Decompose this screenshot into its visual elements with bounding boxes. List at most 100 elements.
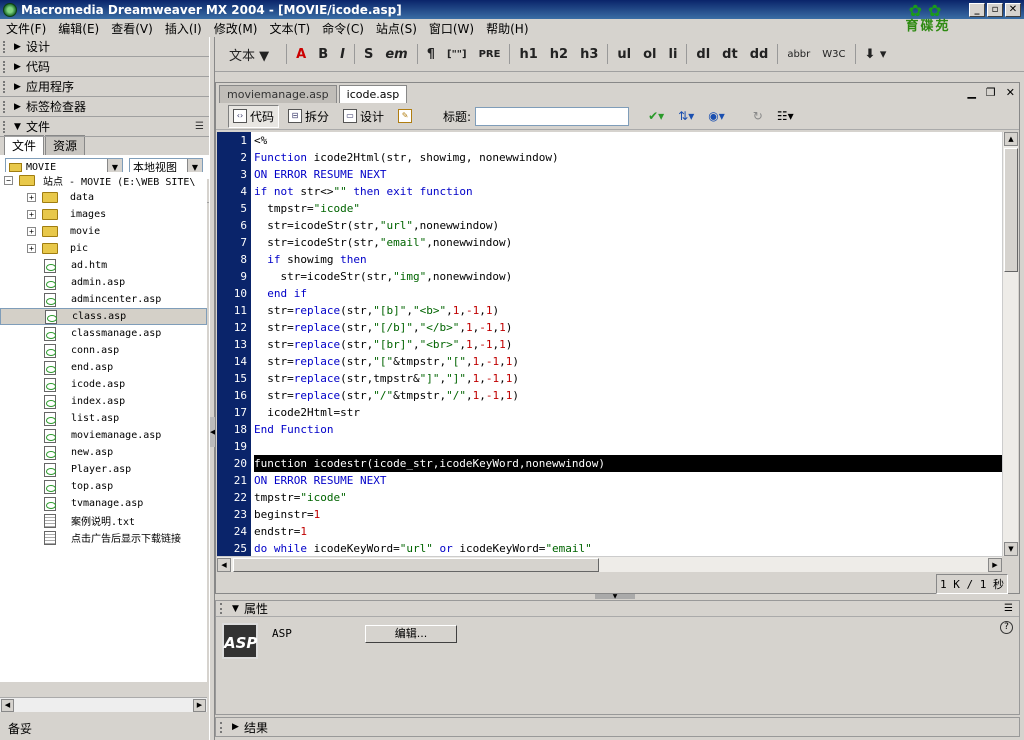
editor-vscrollbar[interactable]: ▲ ▼ [1002,132,1018,556]
browser-check-button[interactable]: ✔▾ [643,106,669,126]
code-line[interactable]: 13 str=replace(str,"[br]","<br>",1,-1,1) [217,336,1002,353]
doc-minimize-icon[interactable]: ▁ [967,86,975,99]
doc-restore-icon[interactable]: ❐ [986,86,996,99]
collapse-down-icon[interactable]: ▼ [595,594,635,600]
expand-toggle-icon[interactable]: + [27,210,36,219]
tree-item[interactable]: Player.asp [0,461,207,478]
menu-edit[interactable]: 编辑(E) [52,20,105,37]
code-line[interactable]: 19 [217,438,1002,455]
help-icon[interactable]: ? [1000,621,1013,634]
heading2-button[interactable]: h2 [544,47,574,62]
code-line[interactable]: 7 str=icodeStr(str,"email",nonewwindow) [217,234,1002,251]
tree-item[interactable]: admin.asp [0,274,207,291]
tree-item[interactable]: classmanage.asp [0,325,207,342]
code-line[interactable]: 16 str=replace(str,"/"&tmpstr,"/",1,-1,1… [217,387,1002,404]
bold-button[interactable]: B [312,47,334,62]
unordered-list-button[interactable]: ul [611,47,637,62]
menu-window[interactable]: 窗口(W) [423,20,480,37]
menu-view[interactable]: 查看(V) [105,20,159,37]
definition-list-button[interactable]: dl [690,47,716,62]
tree-item[interactable]: + images [0,206,207,223]
menu-insert[interactable]: 插入(I) [159,20,208,37]
tree-item[interactable]: new.asp [0,444,207,461]
code-line[interactable]: 10 end if [217,285,1002,302]
list-item-button[interactable]: li [662,47,683,62]
tab-files[interactable]: 文件 [4,135,45,155]
tree-item[interactable]: ad.htm [0,257,207,274]
edit-button[interactable]: 编辑... [365,625,457,643]
scroll-right-icon[interactable]: ▶ [988,558,1002,572]
code-line[interactable]: 12 str=replace(str,"[/b]","</b>",1,-1,1) [217,319,1002,336]
code-line[interactable]: 18 End Function [217,421,1002,438]
ordered-list-button[interactable]: ol [637,47,662,62]
code-view-button[interactable]: ‹› 代码 [228,104,280,128]
view-options-button[interactable]: ☷▾ [772,106,799,126]
menu-help[interactable]: 帮助(H) [480,20,534,37]
abbreviation-button[interactable]: abbr [781,49,816,60]
code-line[interactable]: 21 ON ERROR RESUME NEXT [217,472,1002,489]
code-line[interactable]: 22 tmpstr="icode" [217,489,1002,506]
definition-term-button[interactable]: dt [716,47,744,62]
tab-moviemanage[interactable]: moviemanage.asp [219,85,337,103]
results-panel[interactable]: ▶ 结果 [215,717,1020,737]
strong-button[interactable]: S [358,47,379,62]
code-line[interactable]: 1 <% [217,132,1002,149]
emphasis-button[interactable]: em [379,47,413,62]
acronym-button[interactable]: W3C [816,49,851,60]
tree-item[interactable]: list.asp [0,410,207,427]
refresh-design-button[interactable]: ↻ [748,106,768,126]
tree-item[interactable]: 点击广告后显示下载链接 [0,529,207,546]
definition-desc-button[interactable]: dd [744,47,775,62]
site-root-row[interactable]: − 站点 - MOVIE (E:\WEB SITE\ [0,172,207,189]
vscroll-thumb[interactable] [1004,148,1018,272]
tree-item[interactable]: icode.asp [0,376,207,393]
panel-options-icon[interactable]: ☰ [195,121,204,132]
code-line[interactable]: 6 str=icodeStr(str,"url",nonewwindow) [217,217,1002,234]
expand-toggle-icon[interactable]: + [27,244,36,253]
collapse-toggle-icon[interactable]: − [4,176,13,185]
code-line[interactable]: 24 endstr=1 [217,523,1002,540]
heading3-button[interactable]: h3 [574,47,604,62]
editor-hscrollbar[interactable]: ◀ ▶ [217,556,1002,572]
tree-item[interactable]: admincenter.asp [0,291,207,308]
restore-button[interactable]: ▫ [987,2,1003,17]
file-tree-hscrollbar[interactable]: ◀ ▶ [0,697,207,712]
scroll-left-icon[interactable]: ◀ [1,699,14,712]
hscroll-thumb[interactable] [233,558,599,572]
italic-button[interactable]: I [334,47,351,62]
tree-item[interactable]: + movie [0,223,207,240]
tree-item[interactable]: tvmanage.asp [0,495,207,512]
panel-application[interactable]: ▶ 应用程序 [0,77,209,97]
panel-tag-inspector[interactable]: ▶ 标签检查器 [0,97,209,117]
code-line[interactable]: 17 icode2Html=str [217,404,1002,421]
scroll-right-icon[interactable]: ▶ [193,699,206,712]
code-line[interactable]: 9 str=icodeStr(str,"img",nonewwindow) [217,268,1002,285]
tab-icode[interactable]: icode.asp [338,85,408,103]
expand-toggle-icon[interactable]: + [27,193,36,202]
split-view-button[interactable]: ⊟ 拆分 [283,105,334,128]
tree-item[interactable]: end.asp [0,359,207,376]
expand-toggle-icon[interactable]: + [27,227,36,236]
heading1-button[interactable]: h1 [513,47,543,62]
menu-modify[interactable]: 修改(M) [208,20,264,37]
panel-code[interactable]: ▶ 代码 [0,57,209,77]
minimize-button[interactable]: _ [969,2,985,17]
tree-item[interactable]: top.asp [0,478,207,495]
code-line[interactable]: 23 beginstr=1 [217,506,1002,523]
code-line[interactable]: 25 do while icodeKeyWord="url" or icodeKe… [217,540,1002,556]
font-tag-button[interactable]: A [290,47,312,62]
tab-assets[interactable]: 资源 [45,135,86,155]
blockquote-button[interactable]: [""] [441,49,473,60]
code-line[interactable]: 8 if showimg then [217,251,1002,268]
menu-text[interactable]: 文本(T) [263,20,316,37]
code-line[interactable]: 15 str=replace(str,tmpstr&"]","]",1,-1,1… [217,370,1002,387]
insert-category-select[interactable]: 文本 ▼ [215,45,283,64]
preformatted-button[interactable]: PRE [473,49,507,60]
tree-item[interactable]: conn.asp [0,342,207,359]
live-data-button[interactable]: ✎ [393,106,417,126]
panel-files[interactable]: ▼ 文件 ☰ [0,117,209,137]
code-line[interactable]: 11 str=replace(str,"[b]","<b>",1,-1,1) [217,302,1002,319]
panel-options-icon[interactable]: ☰ [1004,603,1013,614]
document-title-input[interactable] [475,106,630,126]
menu-commands[interactable]: 命令(C) [316,20,370,37]
